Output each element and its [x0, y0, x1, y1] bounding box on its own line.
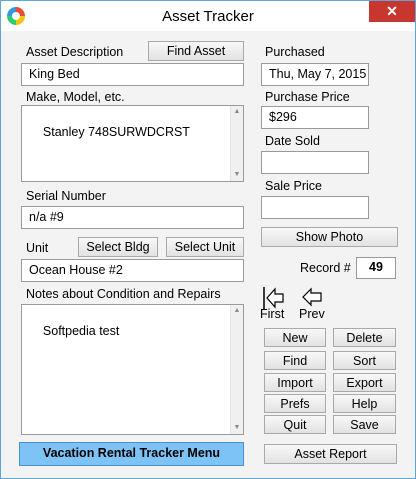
record-label: Record # [300, 261, 351, 275]
save-button[interactable]: Save [333, 415, 396, 434]
make-model-field[interactable]: Stanley 748SURWDCRST ▲ ▼ [21, 105, 244, 182]
window-title: Asset Tracker [162, 8, 254, 25]
notes-field[interactable]: Softpedia test ▲ ▼ [21, 304, 244, 435]
export-button[interactable]: Export [333, 373, 396, 392]
date-sold-field[interactable] [261, 151, 369, 174]
find-button[interactable]: Find [264, 351, 326, 370]
notes-label: Notes about Condition and Repairs [26, 287, 221, 301]
vacation-rental-menu-button[interactable]: Vacation Rental Tracker Menu [19, 442, 244, 466]
asset-report-button[interactable]: Asset Report [264, 444, 397, 464]
select-bldg-button[interactable]: Select Bldg [78, 237, 158, 257]
quit-button[interactable]: Quit [264, 415, 326, 434]
delete-button[interactable]: Delete [333, 328, 396, 347]
scroll-down-icon[interactable]: ▼ [231, 169, 243, 181]
find-asset-button[interactable]: Find Asset [148, 41, 244, 61]
serial-number-field[interactable]: n/a #9 [21, 206, 244, 229]
notes-scrollbar[interactable]: ▲ ▼ [230, 305, 243, 434]
first-label[interactable]: First [260, 307, 284, 321]
prefs-button[interactable]: Prefs [264, 394, 326, 413]
purchase-price-field[interactable]: $296 [261, 106, 369, 129]
make-model-scrollbar[interactable]: ▲ ▼ [230, 106, 243, 181]
asset-description-field[interactable]: King Bed [21, 63, 244, 86]
prev-record-arrow-icon[interactable] [301, 286, 323, 308]
scroll-up-icon[interactable]: ▲ [231, 305, 243, 317]
serial-number-label: Serial Number [26, 189, 106, 203]
asset-tracker-window: Asset Tracker ✕ Asset Description Find A… [0, 0, 416, 479]
notes-value: Softpedia test [42, 324, 120, 338]
asset-description-label: Asset Description [26, 45, 124, 59]
new-button[interactable]: New [264, 328, 326, 347]
scroll-down-icon[interactable]: ▼ [231, 422, 243, 434]
unit-field[interactable]: Ocean House #2 [21, 259, 244, 282]
purchased-field[interactable]: Thu, May 7, 2015 [261, 63, 369, 86]
make-model-label: Make, Model, etc. [26, 90, 125, 104]
show-photo-button[interactable]: Show Photo [261, 227, 398, 247]
title-bar: Asset Tracker ✕ [1, 1, 415, 31]
record-number-field[interactable]: 49 [356, 257, 396, 279]
sale-price-field[interactable] [261, 196, 369, 219]
purchased-label: Purchased [265, 45, 325, 59]
prev-label[interactable]: Prev [299, 307, 325, 321]
import-button[interactable]: Import [264, 373, 326, 392]
sale-price-label: Sale Price [265, 179, 322, 193]
help-button[interactable]: Help [333, 394, 396, 413]
unit-label: Unit [26, 241, 49, 255]
scroll-up-icon[interactable]: ▲ [231, 106, 243, 118]
purchase-price-label: Purchase Price [265, 90, 350, 104]
close-button[interactable]: ✕ [369, 1, 415, 22]
select-unit-button[interactable]: Select Unit [166, 237, 244, 257]
date-sold-label: Date Sold [265, 134, 320, 148]
make-model-value: Stanley 748SURWDCRST [42, 125, 190, 139]
sort-button[interactable]: Sort [333, 351, 396, 370]
